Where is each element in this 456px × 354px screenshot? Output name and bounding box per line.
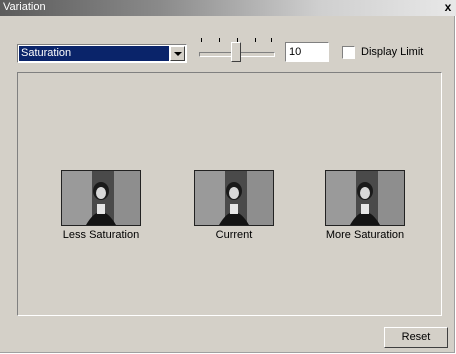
variant-more[interactable]: More Saturation: [310, 170, 420, 241]
variant-label: More Saturation: [325, 229, 405, 241]
variant-less[interactable]: Less Saturation: [46, 170, 156, 241]
portrait-image-icon: [195, 171, 273, 225]
slider-tick: [255, 38, 256, 42]
title-bar[interactable]: Variation x: [0, 0, 456, 16]
variant-label: Current: [215, 229, 253, 241]
variant-label: Less Saturation: [62, 229, 140, 241]
preview-thumbnail[interactable]: [61, 170, 141, 226]
mode-select[interactable]: Saturation: [17, 44, 187, 63]
slider-tick: [271, 38, 272, 42]
amount-input[interactable]: 10: [285, 42, 329, 62]
mode-select-value: Saturation: [19, 46, 169, 61]
variation-window: Variation x Saturation 10 Display Limit: [0, 0, 456, 353]
slider-thumb[interactable]: [231, 42, 241, 62]
display-limit-checkbox[interactable]: [342, 46, 355, 59]
chevron-down-icon[interactable]: [170, 46, 185, 61]
close-icon[interactable]: x: [442, 0, 454, 14]
reset-button[interactable]: Reset: [384, 327, 448, 348]
window-title: Variation: [3, 1, 46, 13]
variant-current[interactable]: Current: [179, 170, 289, 241]
amount-slider[interactable]: [197, 34, 277, 64]
preview-thumbnail[interactable]: [325, 170, 405, 226]
slider-tick: [201, 38, 202, 42]
preview-thumbnail[interactable]: [194, 170, 274, 226]
portrait-image-icon: [62, 171, 140, 225]
preview-panel: Less Saturation Current More Saturation: [17, 72, 442, 316]
portrait-image-icon: [326, 171, 404, 225]
slider-tick: [219, 38, 220, 42]
display-limit-label[interactable]: Display Limit: [361, 46, 423, 58]
